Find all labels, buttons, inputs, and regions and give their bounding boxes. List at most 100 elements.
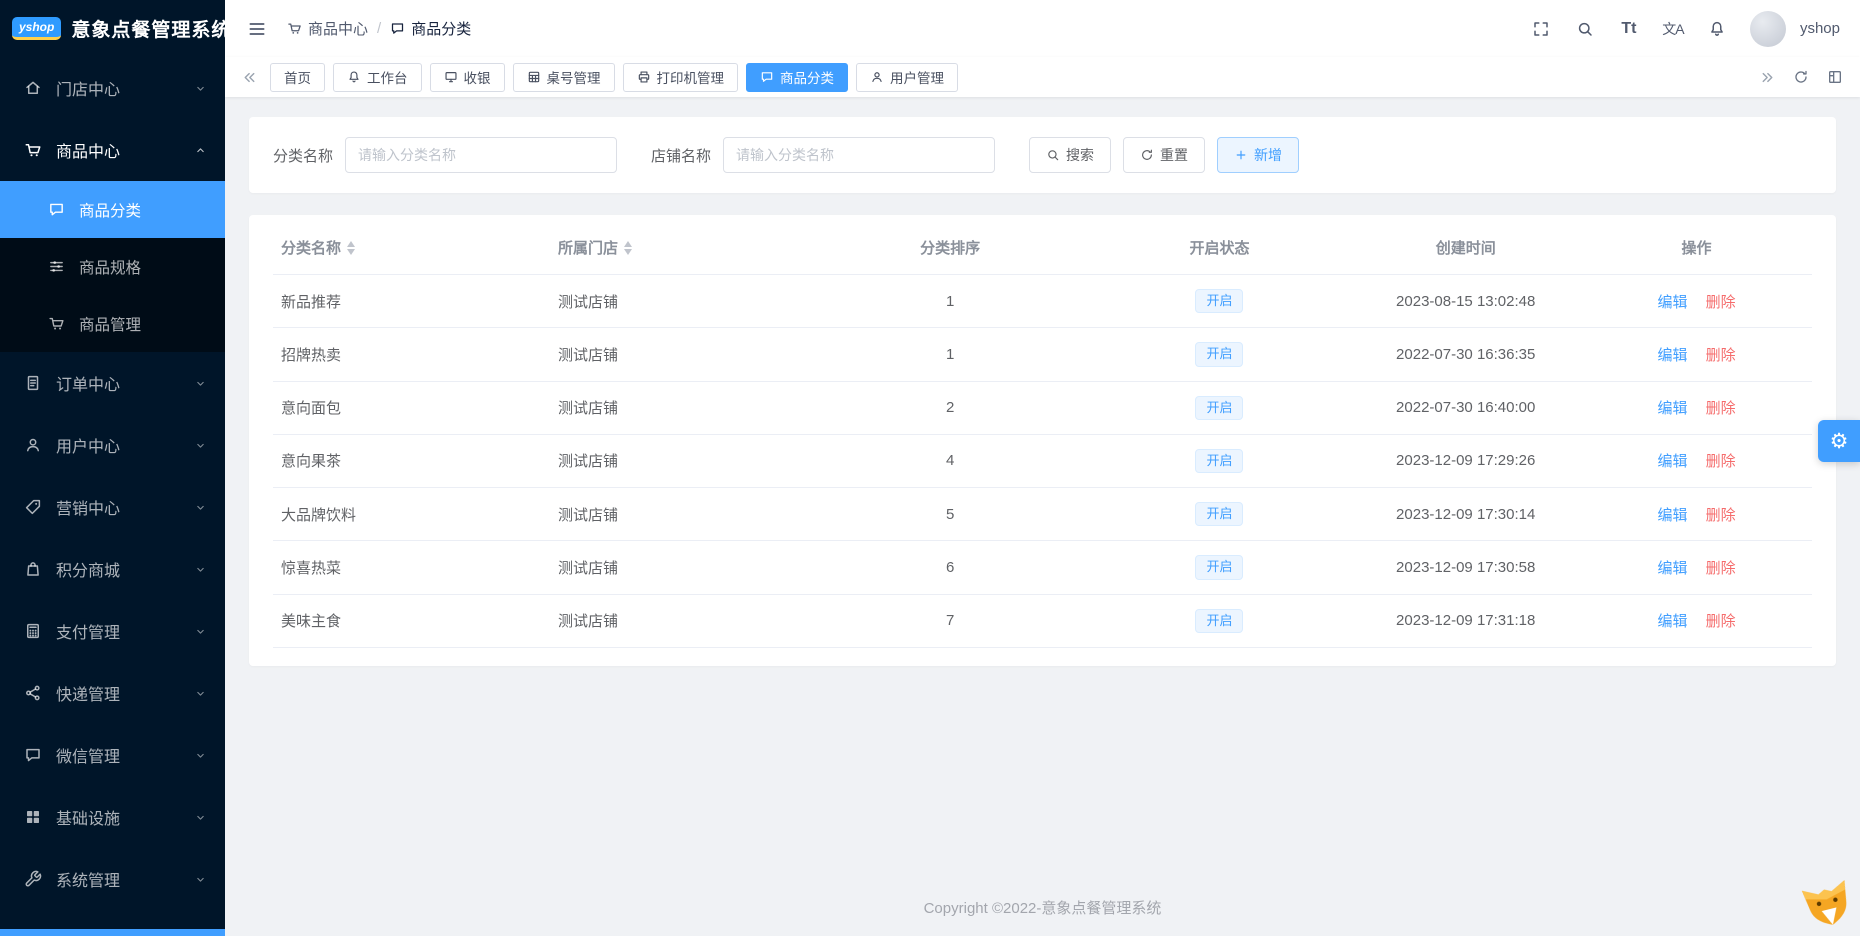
logo-badge: yshop bbox=[12, 16, 62, 41]
sidebar-item-store-center[interactable]: 门店中心 bbox=[0, 57, 225, 119]
printer-icon bbox=[637, 70, 651, 84]
sidebar-item-goods-center[interactable]: 商品中心 bbox=[0, 119, 225, 181]
delete-link[interactable]: 删除 bbox=[1706, 400, 1736, 417]
add-button[interactable]: 新增 bbox=[1217, 137, 1300, 173]
delete-link[interactable]: 删除 bbox=[1706, 560, 1736, 577]
sidebar-subitem-goods-spec[interactable]: 商品规格 bbox=[0, 238, 225, 295]
sidebar-item-marketing-center[interactable]: 营销中心 bbox=[0, 476, 225, 538]
tab-home[interactable]: 首页 bbox=[270, 62, 325, 92]
comment-icon bbox=[760, 70, 774, 84]
edit-link[interactable]: 编辑 bbox=[1658, 453, 1688, 470]
cell-shop: 测试店铺 bbox=[550, 540, 812, 595]
tab-cashier[interactable]: 收银 bbox=[429, 62, 505, 92]
cell-created: 2023-12-09 17:31:18 bbox=[1350, 594, 1582, 648]
delete-link[interactable]: 删除 bbox=[1706, 507, 1736, 524]
share-icon bbox=[24, 684, 44, 702]
tabs-scroll-right-icon[interactable] bbox=[1755, 69, 1780, 86]
monitor-icon bbox=[444, 70, 458, 84]
status-badge: 开启 bbox=[1195, 289, 1244, 314]
sidebar-item-label: 商品中心 bbox=[56, 144, 121, 161]
plus-icon bbox=[1234, 148, 1248, 162]
cell-shop: 测试店铺 bbox=[550, 487, 812, 542]
tab-printer-manage[interactable]: 打印机管理 bbox=[622, 62, 738, 92]
column-header-shop[interactable]: 所属门店 bbox=[550, 221, 812, 275]
cell-sort: 1 bbox=[811, 327, 1089, 382]
chevron-down-icon bbox=[194, 377, 207, 390]
edit-link[interactable]: 编辑 bbox=[1658, 294, 1688, 311]
edit-link[interactable]: 编辑 bbox=[1658, 613, 1688, 630]
cart-icon bbox=[48, 315, 68, 332]
chevron-down-icon bbox=[194, 82, 207, 95]
reset-button[interactable]: 重置 bbox=[1123, 137, 1206, 173]
text-size-icon[interactable]: Tt bbox=[1610, 9, 1648, 49]
sidebar-scrollbar[interactable] bbox=[0, 929, 225, 936]
search-icon[interactable] bbox=[1566, 9, 1604, 49]
edit-link[interactable]: 编辑 bbox=[1658, 507, 1688, 524]
cell-created: 2023-12-09 17:30:58 bbox=[1350, 540, 1582, 595]
sidebar-item-label: 订单中心 bbox=[56, 377, 121, 394]
delete-link[interactable]: 删除 bbox=[1706, 294, 1736, 311]
sidebar-item-system-manage[interactable]: 系统管理 bbox=[0, 848, 225, 910]
bell-icon[interactable] bbox=[1698, 9, 1736, 49]
sidebar-item-infrastructure[interactable]: 基础设施 bbox=[0, 786, 225, 848]
column-header-category-name[interactable]: 分类名称 bbox=[273, 221, 551, 275]
table-grid-icon bbox=[527, 70, 541, 84]
cell-created: 2023-08-15 13:02:48 bbox=[1350, 274, 1582, 329]
cell-sort: 4 bbox=[811, 434, 1089, 489]
chevron-down-icon bbox=[194, 811, 207, 824]
shop-name-input[interactable] bbox=[723, 137, 996, 173]
tab-options-icon[interactable] bbox=[1822, 69, 1848, 85]
sidebar-item-express-manage[interactable]: 快递管理 bbox=[0, 662, 225, 724]
table-row: 惊喜热菜 测试店铺 6 开启 2023-12-09 17:30:58 编辑 删除 bbox=[273, 540, 1812, 595]
translate-icon[interactable]: 文A bbox=[1654, 9, 1692, 49]
refresh-icon[interactable] bbox=[1788, 69, 1814, 85]
logo-row[interactable]: yshop 意象点餐管理系统 bbox=[0, 0, 230, 57]
category-table-card: 分类名称 所属门店 分类排序 开启状态 创建时间 操作 新品推荐 测试店铺 1 … bbox=[249, 215, 1836, 666]
sidebar-item-label: 系统管理 bbox=[56, 873, 121, 890]
sidebar-item-points-mall[interactable]: 积分商城 bbox=[0, 538, 225, 600]
sidebar-item-user-center[interactable]: 用户中心 bbox=[0, 414, 225, 476]
category-table: 分类名称 所属门店 分类排序 开启状态 创建时间 操作 新品推荐 测试店铺 1 … bbox=[273, 221, 1812, 648]
tab-table-manage[interactable]: 桌号管理 bbox=[512, 62, 615, 92]
breadcrumb: 商品中心 / 商品分类 bbox=[287, 18, 471, 39]
cell-shop: 测试店铺 bbox=[550, 434, 812, 489]
settings-fab-button[interactable]: ⚙ bbox=[1818, 420, 1860, 462]
edit-link[interactable]: 编辑 bbox=[1658, 400, 1688, 417]
reset-button-label: 重置 bbox=[1160, 147, 1189, 163]
avatar[interactable] bbox=[1749, 10, 1786, 47]
delete-link[interactable]: 删除 bbox=[1706, 347, 1736, 364]
sidebar-item-order-center[interactable]: 订单中心 bbox=[0, 352, 225, 414]
edit-link[interactable]: 编辑 bbox=[1658, 347, 1688, 364]
table-row: 意向面包 测试店铺 2 开启 2022-07-30 16:40:00 编辑 删除 bbox=[273, 381, 1812, 435]
filter-buttons: 搜索 重置 新增 bbox=[1029, 137, 1300, 173]
sidebar-item-payment-manage[interactable]: 支付管理 bbox=[0, 600, 225, 662]
tag-icon bbox=[24, 498, 44, 516]
sort-carets-icon[interactable] bbox=[624, 240, 633, 255]
tabs-scroll-left-icon[interactable] bbox=[237, 69, 262, 86]
username[interactable]: yshop bbox=[1800, 20, 1840, 37]
delete-link[interactable]: 删除 bbox=[1706, 453, 1736, 470]
column-header-actions: 操作 bbox=[1581, 221, 1812, 275]
tabbar: 首页 工作台 收银 桌号管理 打印机管理 商品分类 用户管理 bbox=[225, 57, 1860, 97]
shop-name-label: 店铺名称 bbox=[651, 147, 712, 165]
edit-link[interactable]: 编辑 bbox=[1658, 560, 1688, 577]
cell-category-name: 惊喜热菜 bbox=[273, 540, 551, 595]
sort-carets-icon[interactable] bbox=[347, 240, 356, 255]
tab-user-manage[interactable]: 用户管理 bbox=[856, 62, 958, 92]
delete-link[interactable]: 删除 bbox=[1706, 613, 1736, 630]
search-button[interactable]: 搜索 bbox=[1029, 137, 1112, 173]
sidebar-item-label: 快递管理 bbox=[56, 687, 121, 704]
status-badge: 开启 bbox=[1195, 608, 1244, 633]
sidebar-subitem-goods-manage[interactable]: 商品管理 bbox=[0, 295, 225, 352]
hamburger-icon[interactable] bbox=[247, 9, 267, 49]
bag-icon bbox=[24, 560, 44, 578]
cart-icon bbox=[24, 141, 44, 159]
sidebar-subitem-goods-category[interactable]: 商品分类 bbox=[0, 181, 225, 238]
breadcrumb-item-goods-category: 商品分类 bbox=[390, 18, 471, 39]
sidebar-item-wechat-manage[interactable]: 微信管理 bbox=[0, 724, 225, 786]
breadcrumb-item-goods-center[interactable]: 商品中心 bbox=[287, 18, 368, 39]
category-name-input[interactable] bbox=[345, 137, 618, 173]
fullscreen-icon[interactable] bbox=[1522, 9, 1560, 49]
tab-workbench[interactable]: 工作台 bbox=[333, 62, 422, 92]
tab-goods-category[interactable]: 商品分类 bbox=[746, 62, 848, 92]
